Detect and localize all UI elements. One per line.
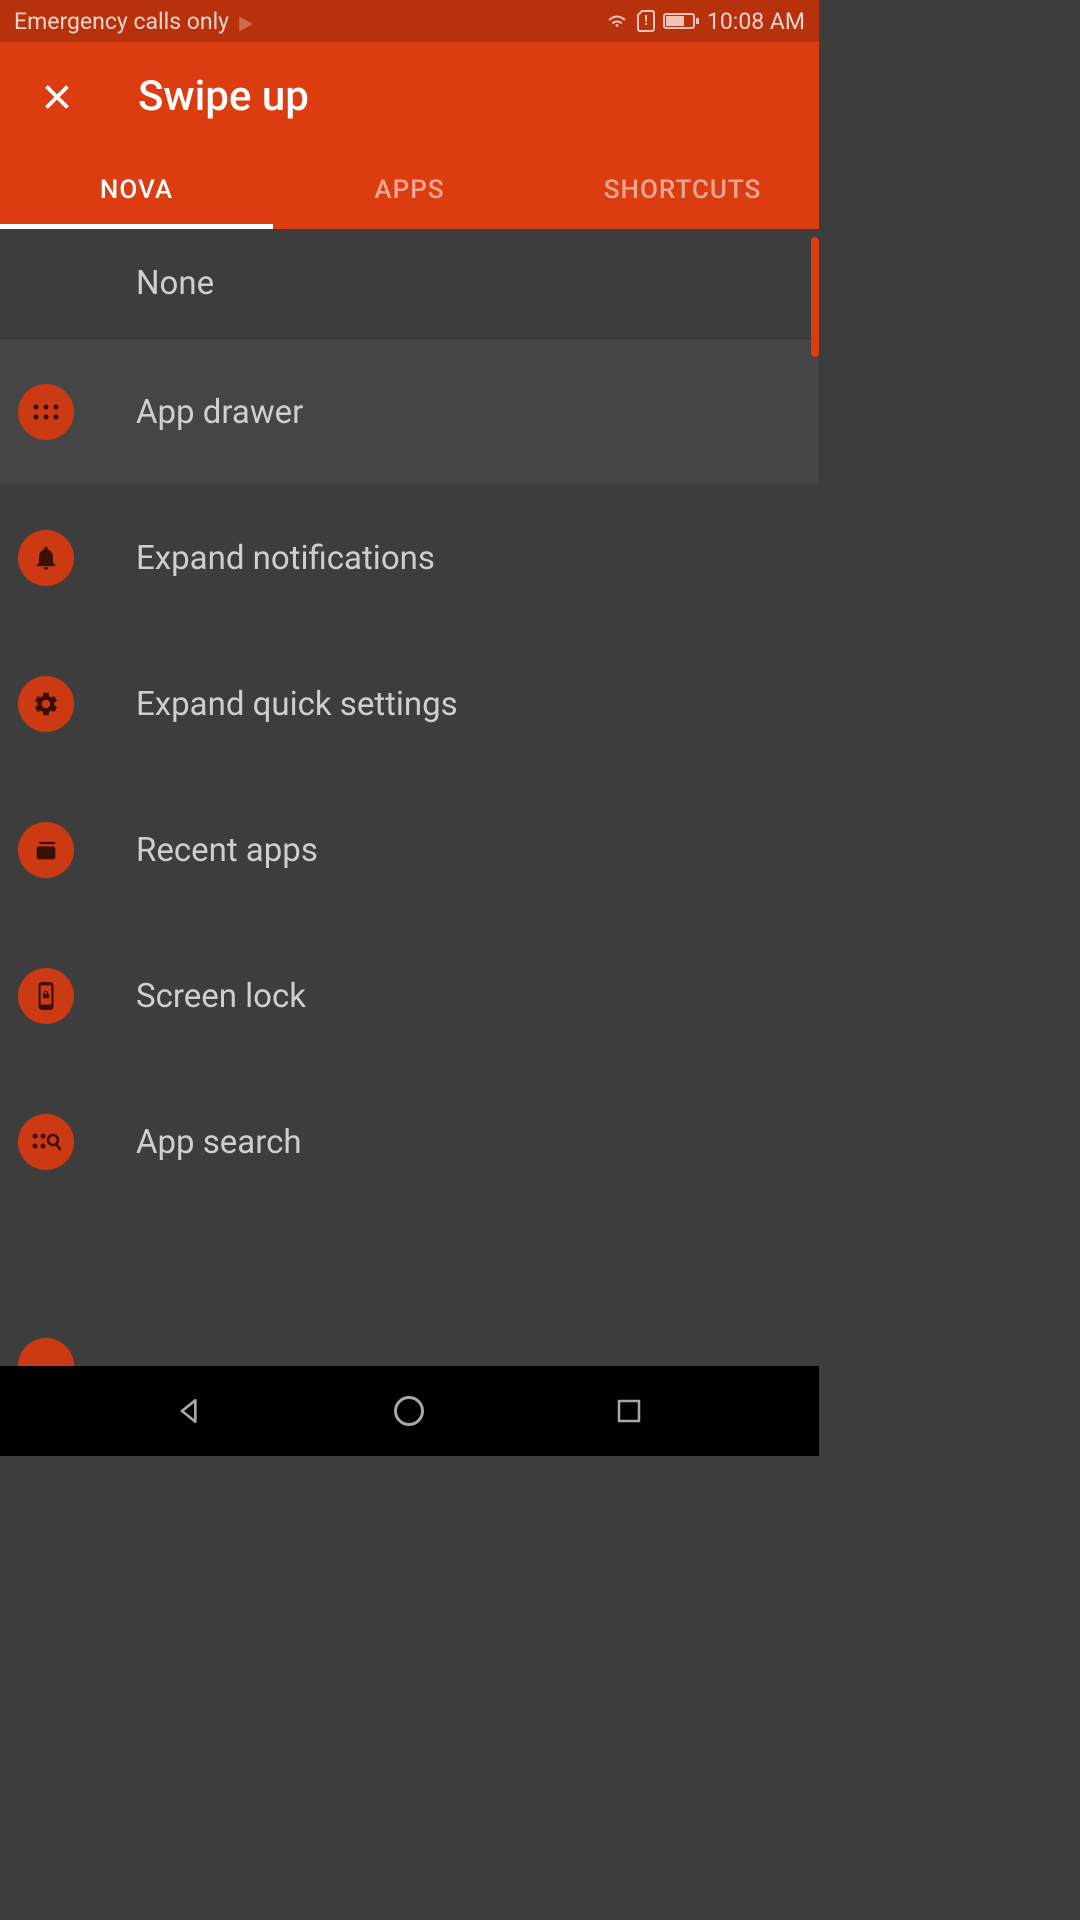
scroll-indicator[interactable] <box>811 237 819 357</box>
nav-recent-button[interactable] <box>601 1383 657 1439</box>
gear-icon <box>18 676 74 732</box>
bell-icon <box>18 530 74 586</box>
list-item-expand-notifications[interactable]: Expand notifications <box>0 485 819 631</box>
play-store-icon <box>237 12 255 30</box>
list-item-label: Screen lock <box>136 977 306 1016</box>
app-search-icon <box>18 1114 74 1170</box>
list-item-screen-lock[interactable]: Screen lock <box>0 923 819 1069</box>
nav-back-button[interactable] <box>162 1383 218 1439</box>
list-item-expand-quick-settings[interactable]: Expand quick settings <box>0 631 819 777</box>
list-item-label: Expand quick settings <box>136 685 458 724</box>
header-top: Swipe up <box>0 60 819 151</box>
carrier-text: Emergency calls only <box>14 8 229 35</box>
svg-text:!: ! <box>644 13 648 29</box>
recent-apps-icon <box>18 822 74 878</box>
list-item-label: None <box>136 264 214 303</box>
tab-shortcuts[interactable]: SHORTCUTS <box>546 151 819 229</box>
nav-home-button[interactable] <box>381 1383 437 1439</box>
page-title: Swipe up <box>138 72 309 121</box>
status-left: Emergency calls only <box>14 8 255 35</box>
app-header: Swipe up NOVA APPS SHORTCUTS <box>0 42 819 229</box>
tab-apps[interactable]: APPS <box>273 151 546 229</box>
list-item-label: Expand notifications <box>136 539 435 578</box>
tab-nova[interactable]: NOVA <box>0 151 273 229</box>
list-item-label: Recent apps <box>136 831 318 870</box>
battery-icon <box>663 12 699 30</box>
close-button[interactable] <box>36 76 78 118</box>
tabs-container: NOVA APPS SHORTCUTS <box>0 151 819 229</box>
list-item-app-search[interactable]: App search <box>0 1069 819 1215</box>
content-area: None App drawer Expand notifications <box>0 229 819 1215</box>
list-item-label: App search <box>136 1123 302 1162</box>
list-item-label: App drawer <box>136 393 303 432</box>
partial-next-icon <box>18 1338 74 1366</box>
nav-bar <box>0 1366 819 1456</box>
status-time: 10:08 AM <box>707 8 805 35</box>
list-item-app-drawer[interactable]: App drawer <box>0 339 819 485</box>
list-item-none[interactable]: None <box>0 229 819 339</box>
status-bar: Emergency calls only ! 10:08 AM <box>0 0 819 42</box>
app-drawer-icon <box>18 384 74 440</box>
screen-lock-icon <box>18 968 74 1024</box>
list-item-recent-apps[interactable]: Recent apps <box>0 777 819 923</box>
wifi-icon <box>605 9 629 33</box>
sim-alert-icon: ! <box>637 10 655 32</box>
status-right: ! 10:08 AM <box>605 8 805 35</box>
